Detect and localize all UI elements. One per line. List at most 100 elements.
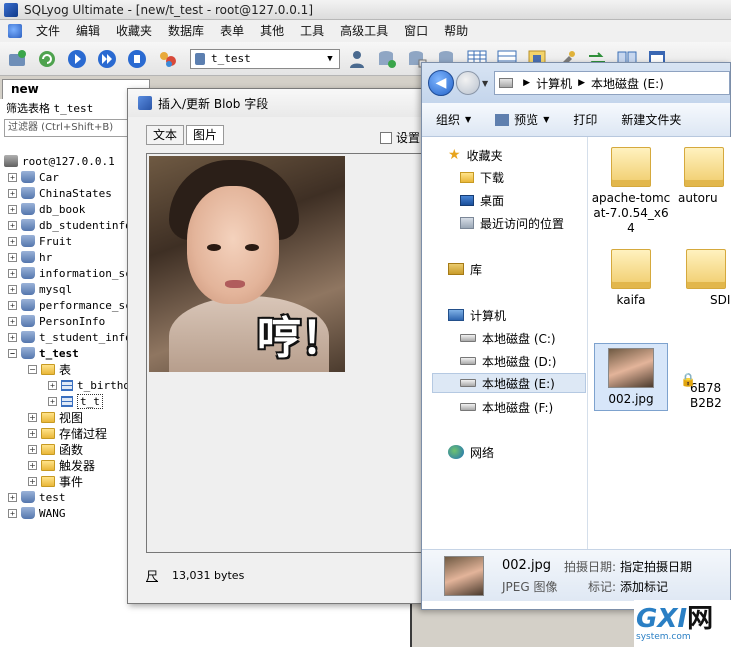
tree-db-label: Car [39,170,59,184]
nav-favorites[interactable]: ★ 收藏夹 [448,145,503,165]
new-folder-button[interactable]: 新建文件夹 [621,111,681,128]
blob-image: 哼！ [149,156,345,372]
refresh-icon[interactable] [34,46,60,72]
nav-desktop[interactable]: 桌面 [460,190,504,210]
size-icon: 尺 [146,569,159,583]
file-image-002-jpg[interactable]: 002.jpg [590,343,672,411]
expand-plus-icon[interactable]: + [8,220,17,230]
expand-plus-icon[interactable]: + [8,508,17,518]
document-menu-icon[interactable] [8,24,22,38]
tree-db-label: t_test [39,346,79,360]
expand-plus-icon[interactable]: + [28,476,37,486]
folder-icon [41,427,55,439]
blob-dialog-title: 插入/更新 Blob 字段 [158,96,269,111]
tab-text[interactable]: 文本 [146,125,185,145]
menu-tools[interactable]: 工具 [292,20,332,42]
nav-downloads[interactable]: 下载 [460,167,504,187]
blob-dialog-titlebar: 插入/更新 Blob 字段 [128,89,422,117]
menu-edit[interactable]: 编辑 [68,20,108,42]
blob-status-bar: 尺 13,031 bytes [146,567,244,584]
file-folder-sdi[interactable]: SDI [680,249,731,308]
expand-plus-icon[interactable]: + [8,284,17,294]
expand-plus-icon[interactable]: + [8,236,17,246]
new-connection-icon[interactable] [4,46,30,72]
expand-plus-icon[interactable]: + [8,204,17,214]
nav-libraries[interactable]: 库 [448,259,482,279]
print-button[interactable]: 打印 [573,111,597,128]
expand-plus-icon[interactable]: + [8,332,17,342]
menu-help[interactable]: 帮助 [436,20,476,42]
checkbox-icon[interactable] [380,131,392,144]
database-icon [21,299,35,311]
menu-advanced-tools[interactable]: 高级工具 [332,20,396,42]
collapse-minus-icon[interactable]: − [28,364,37,374]
breadcrumb-separator-icon[interactable]: ▶ [578,78,585,88]
menu-window[interactable]: 窗口 [396,20,436,42]
explorer-nav-pane: ★ 收藏夹 下载 桌面 最近访问的位置 库 计算机 本地磁盘 (C:) 本地磁盘… [422,137,588,549]
folder-icon [41,411,55,423]
user-manager-icon[interactable] [154,46,180,72]
database-icon [21,267,35,279]
menu-favorites[interactable]: 收藏夹 [108,20,160,42]
collapse-minus-icon[interactable]: − [8,348,17,358]
expand-plus-icon[interactable]: + [8,172,17,182]
nav-drive-d[interactable]: 本地磁盘 (D:) [460,351,556,371]
database-icon [21,507,35,519]
nav-favorites-label: 收藏夹 [466,148,503,163]
execute-query-icon[interactable] [64,46,90,72]
nav-computer[interactable]: 计算机 [448,305,506,325]
expand-plus-icon[interactable]: + [28,460,37,470]
user-icon[interactable] [344,46,370,72]
settings-checkbox[interactable]: 设置 [380,129,420,146]
expand-plus-icon[interactable]: + [8,188,17,198]
details-date-value[interactable]: 指定拍摄日期 [620,558,692,575]
forward-arrow-icon[interactable] [456,71,480,95]
file-folder-kaifa[interactable]: kaifa [590,249,672,308]
expand-plus-icon[interactable]: + [48,380,57,390]
menu-database[interactable]: 数据库 [160,20,212,42]
expand-plus-icon[interactable]: + [28,412,37,422]
table-icon [61,379,73,391]
recent-places-icon [460,217,474,229]
expand-plus-icon[interactable]: + [28,444,37,454]
breadcrumb-drive-e[interactable]: 本地磁盘 (E:) [591,75,664,92]
execute-edit-icon[interactable] [124,46,150,72]
execute-all-icon[interactable] [94,46,120,72]
chevron-down-icon[interactable]: ▼ [323,52,337,66]
file-locked-6b78b[interactable]: 🔒 6B78B2B2 [680,349,731,411]
menu-table[interactable]: 表单 [212,20,252,42]
database-selector[interactable]: t_test ▼ [190,48,340,69]
nav-drive-c[interactable]: 本地磁盘 (C:) [460,328,556,348]
expand-plus-icon[interactable]: + [28,428,37,438]
expand-plus-icon[interactable]: + [8,268,17,278]
expand-plus-icon[interactable]: + [8,252,17,262]
tree-db-label: db_book [39,202,86,216]
file-folder-autorun[interactable]: autoru [678,147,731,206]
file-folder-apache-tomcat[interactable]: apache-tomcat-7.0.54_x64 [590,147,672,236]
history-dropdown-icon[interactable]: ▼ [482,79,488,88]
menu-other[interactable]: 其他 [252,20,292,42]
nav-desktop-label: 桌面 [480,193,505,208]
breadcrumb-computer[interactable]: 计算机 [536,75,572,92]
address-box[interactable]: ▶ 计算机 ▶ 本地磁盘 (E:) [494,71,730,95]
details-tag-value[interactable]: 添加标记 [620,578,668,595]
breadcrumb-separator-icon[interactable]: ▶ [523,78,530,88]
add-database-icon[interactable] [374,46,400,72]
nav-drive-e[interactable]: 本地磁盘 (E:) [432,373,586,393]
back-arrow-icon[interactable]: ◀ [428,70,454,96]
photo-face-shape [187,186,279,304]
preview-button[interactable]: 预览 ▼ [495,111,549,128]
organize-button[interactable]: 组织 ▼ [436,111,471,128]
watermark-cjk: 网 [687,603,714,634]
expand-plus-icon[interactable]: + [8,316,17,326]
expand-plus-icon[interactable]: + [48,396,57,406]
expand-plus-icon[interactable]: + [8,492,17,502]
expand-plus-icon[interactable]: + [8,300,17,310]
menu-file[interactable]: 文件 [28,20,68,42]
tab-image[interactable]: 图片 [186,125,225,145]
nav-drive-f[interactable]: 本地磁盘 (F:) [460,397,553,417]
folder-icon [684,147,724,187]
nav-recent[interactable]: 最近访问的位置 [460,213,564,233]
nav-network[interactable]: 网络 [448,442,494,462]
hard-drive-icon [460,334,476,342]
